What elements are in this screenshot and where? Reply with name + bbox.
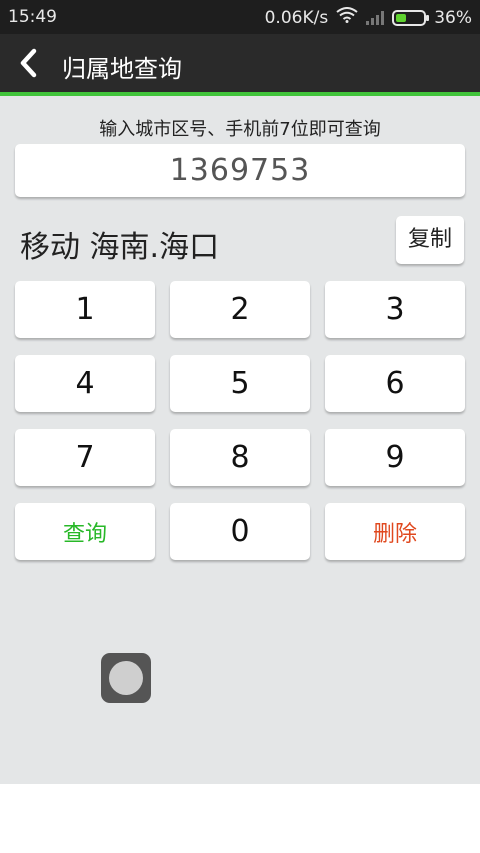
signal-icon bbox=[366, 10, 385, 25]
key-5[interactable]: 5 bbox=[170, 355, 310, 412]
key-2[interactable]: 2 bbox=[170, 281, 310, 338]
key-4[interactable]: 4 bbox=[15, 355, 155, 412]
keypad: 1 2 3 4 5 6 7 8 9 查询 0 删除 bbox=[15, 281, 465, 560]
battery-percent: 36% bbox=[434, 7, 472, 28]
phone-number-input[interactable]: 1369753 bbox=[15, 144, 465, 197]
key-3[interactable]: 3 bbox=[325, 281, 465, 338]
battery-fill bbox=[396, 13, 406, 22]
status-icons: 0.06K/s 36% bbox=[265, 7, 472, 28]
main-content: 输入城市区号、手机前7位即可查询 1369753 移动 海南.海口 复制 1 2… bbox=[0, 96, 480, 784]
bottom-area bbox=[0, 784, 480, 853]
key-7[interactable]: 7 bbox=[15, 429, 155, 486]
key-0[interactable]: 0 bbox=[170, 503, 310, 560]
delete-button[interactable]: 删除 bbox=[325, 503, 465, 560]
copy-button[interactable]: 复制 bbox=[396, 216, 464, 264]
lookup-result: 移动 海南.海口 bbox=[20, 230, 220, 265]
key-8[interactable]: 8 bbox=[170, 429, 310, 486]
battery-icon bbox=[392, 9, 430, 26]
title-bar: 归属地查询 bbox=[0, 34, 480, 96]
status-bar: 15:49 0.06K/s 36% bbox=[0, 0, 480, 34]
page-title: 归属地查询 bbox=[62, 55, 182, 83]
assist-ball-icon bbox=[109, 661, 143, 695]
network-speed: 0.06K/s bbox=[264, 7, 329, 28]
query-hint: 输入城市区号、手机前7位即可查询 bbox=[99, 119, 381, 140]
wifi-icon bbox=[336, 7, 358, 28]
query-button[interactable]: 查询 bbox=[15, 503, 155, 560]
back-button[interactable] bbox=[12, 46, 46, 80]
key-1[interactable]: 1 bbox=[15, 281, 155, 338]
chevron-left-icon bbox=[20, 48, 37, 78]
key-6[interactable]: 6 bbox=[325, 355, 465, 412]
key-9[interactable]: 9 bbox=[325, 429, 465, 486]
floating-assist-button[interactable] bbox=[101, 653, 151, 703]
status-time: 15:49 bbox=[8, 7, 57, 27]
